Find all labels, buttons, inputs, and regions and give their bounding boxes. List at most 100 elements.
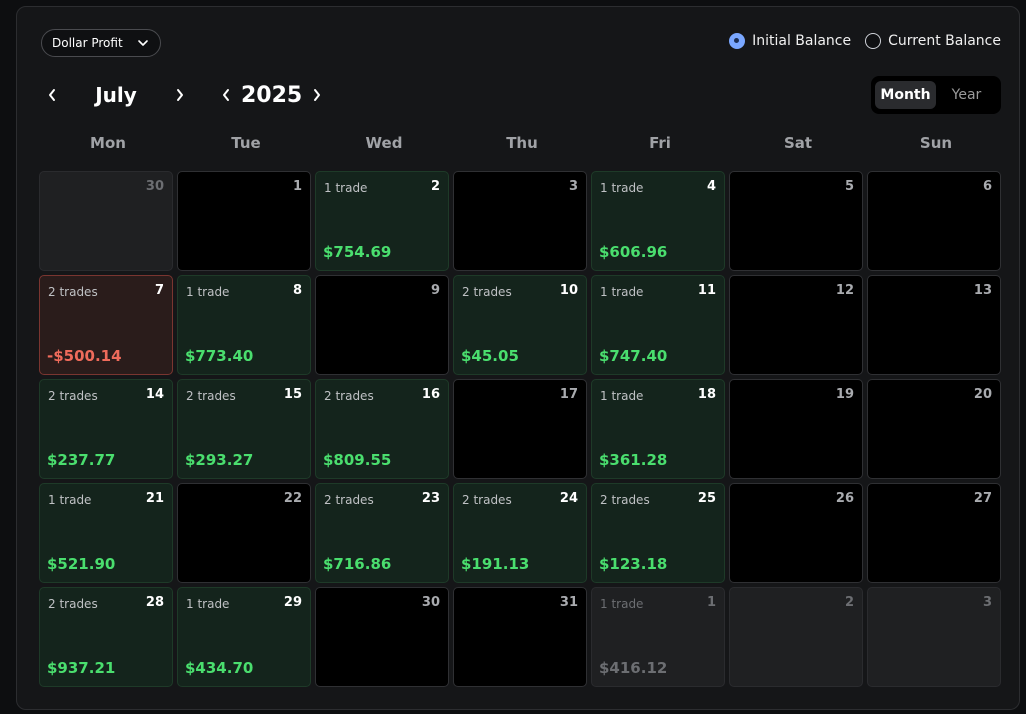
- calendar-day-cell[interactable]: 29 1 trade $434.70: [177, 587, 311, 687]
- radio-selected-icon: [729, 33, 746, 49]
- initial-balance-radio[interactable]: Initial Balance: [729, 33, 851, 49]
- calendar-day-cell[interactable]: 8 1 trade $773.40: [177, 275, 311, 375]
- calendar-day-cell[interactable]: 13: [867, 275, 1001, 375]
- calendar-day-cell[interactable]: 21 1 trade $521.90: [39, 483, 173, 583]
- trade-count: 1 trade: [186, 285, 230, 299]
- calendar-day-cell[interactable]: 23 2 trades $716.86: [315, 483, 449, 583]
- trade-count: 2 trades: [324, 389, 374, 403]
- day-number: 29: [283, 595, 302, 610]
- view-toggle: Month Year: [871, 76, 1001, 114]
- day-number: 4: [706, 179, 716, 194]
- day-number: 5: [844, 179, 854, 194]
- day-number: 26: [835, 491, 854, 506]
- trade-count: 1 trade: [600, 181, 644, 195]
- month-view-button[interactable]: Month: [875, 81, 936, 109]
- day-number: 21: [145, 491, 164, 506]
- day-number: 9: [430, 283, 440, 298]
- daily-pnl: $45.05: [461, 347, 519, 365]
- trade-count: 2 trades: [186, 389, 236, 403]
- calendar-day-cell[interactable]: 12: [729, 275, 863, 375]
- calendar-day-cell[interactable]: 2 1 trade $754.69: [315, 171, 449, 271]
- calendar-day-cell[interactable]: 30: [39, 171, 173, 271]
- day-number: 10: [559, 283, 578, 298]
- trade-count: 1 trade: [600, 389, 644, 403]
- calendar-day-cell[interactable]: 30: [315, 587, 449, 687]
- calendar-day-cell[interactable]: 2: [729, 587, 863, 687]
- metric-dropdown[interactable]: Dollar Profit: [41, 29, 161, 57]
- day-number: 1: [706, 595, 716, 610]
- weekday-wed: Wed: [365, 134, 403, 152]
- day-number: 16: [421, 387, 440, 402]
- chevron-left-icon: [223, 89, 229, 101]
- calendar-day-cell[interactable]: 19: [729, 379, 863, 479]
- day-number: 8: [292, 283, 302, 298]
- day-number: 15: [283, 387, 302, 402]
- daily-pnl: $937.21: [47, 659, 116, 677]
- year-label: 2025: [241, 82, 303, 108]
- calendar-day-cell[interactable]: 24 2 trades $191.13: [453, 483, 587, 583]
- day-number: 31: [559, 595, 578, 610]
- day-number: 2: [430, 179, 440, 194]
- calendar-day-cell[interactable]: 6: [867, 171, 1001, 271]
- trade-count: 2 trades: [48, 285, 98, 299]
- year-navigator: 2025: [217, 80, 326, 110]
- next-month-button[interactable]: [171, 86, 189, 104]
- daily-pnl: $606.96: [599, 243, 668, 261]
- day-number: 20: [973, 387, 992, 402]
- calendar-day-cell[interactable]: 28 2 trades $937.21: [39, 587, 173, 687]
- year-view-button[interactable]: Year: [936, 81, 997, 109]
- calendar-day-cell[interactable]: 26: [729, 483, 863, 583]
- day-number: 3: [982, 595, 992, 610]
- calendar-day-cell[interactable]: 3: [867, 587, 1001, 687]
- calendar-day-cell[interactable]: 15 2 trades $293.27: [177, 379, 311, 479]
- calendar-day-cell[interactable]: 5: [729, 171, 863, 271]
- daily-pnl: $361.28: [599, 451, 668, 469]
- weekday-sat: Sat: [783, 134, 813, 152]
- daily-pnl: $416.12: [599, 659, 668, 677]
- weekday-sun: Sun: [919, 134, 953, 152]
- daily-pnl: $123.18: [599, 555, 668, 573]
- trade-count: 1 trade: [186, 597, 230, 611]
- trade-count: 1 trade: [324, 181, 368, 195]
- calendar-day-cell[interactable]: 25 2 trades $123.18: [591, 483, 725, 583]
- calendar-day-cell[interactable]: 17: [453, 379, 587, 479]
- current-balance-radio[interactable]: Current Balance: [865, 33, 1001, 49]
- calendar-day-cell[interactable]: 14 2 trades $237.77: [39, 379, 173, 479]
- calendar-day-cell[interactable]: 22: [177, 483, 311, 583]
- calendar-day-cell[interactable]: 27: [867, 483, 1001, 583]
- initial-balance-label: Initial Balance: [752, 33, 852, 49]
- chevron-right-icon: [177, 89, 183, 101]
- next-year-button[interactable]: [308, 86, 326, 104]
- calendar-day-cell[interactable]: 4 1 trade $606.96: [591, 171, 725, 271]
- daily-pnl: $754.69: [323, 243, 392, 261]
- weekday-thu: Thu: [506, 134, 538, 152]
- day-number: 1: [292, 179, 302, 194]
- prev-month-button[interactable]: [43, 86, 61, 104]
- daily-pnl: $191.13: [461, 555, 530, 573]
- daily-pnl: $809.55: [323, 451, 392, 469]
- day-number: 2: [844, 595, 854, 610]
- chevron-down-icon: [138, 40, 148, 46]
- calendar-day-cell[interactable]: 20: [867, 379, 1001, 479]
- day-number: 7: [154, 283, 164, 298]
- trade-count: 1 trade: [48, 493, 92, 507]
- calendar-day-cell[interactable]: 1: [177, 171, 311, 271]
- calendar-day-cell[interactable]: 1 1 trade $416.12: [591, 587, 725, 687]
- month-navigator: July: [43, 80, 189, 110]
- calendar-day-cell[interactable]: 31: [453, 587, 587, 687]
- calendar-day-cell[interactable]: 18 1 trade $361.28: [591, 379, 725, 479]
- calendar-day-cell[interactable]: 10 2 trades $45.05: [453, 275, 587, 375]
- calendar-day-cell[interactable]: 16 2 trades $809.55: [315, 379, 449, 479]
- calendar-day-cell[interactable]: 3: [453, 171, 587, 271]
- day-number: 6: [982, 179, 992, 194]
- daily-pnl: $773.40: [185, 347, 254, 365]
- day-number: 12: [835, 283, 854, 298]
- day-number: 25: [697, 491, 716, 506]
- calendar-day-cell[interactable]: 9: [315, 275, 449, 375]
- calendar-day-cell[interactable]: 7 2 trades -$500.14: [39, 275, 173, 375]
- weekday-fri: Fri: [649, 134, 671, 152]
- prev-year-button[interactable]: [217, 86, 235, 104]
- trade-count: 2 trades: [462, 493, 512, 507]
- daily-pnl: $434.70: [185, 659, 254, 677]
- calendar-day-cell[interactable]: 11 1 trade $747.40: [591, 275, 725, 375]
